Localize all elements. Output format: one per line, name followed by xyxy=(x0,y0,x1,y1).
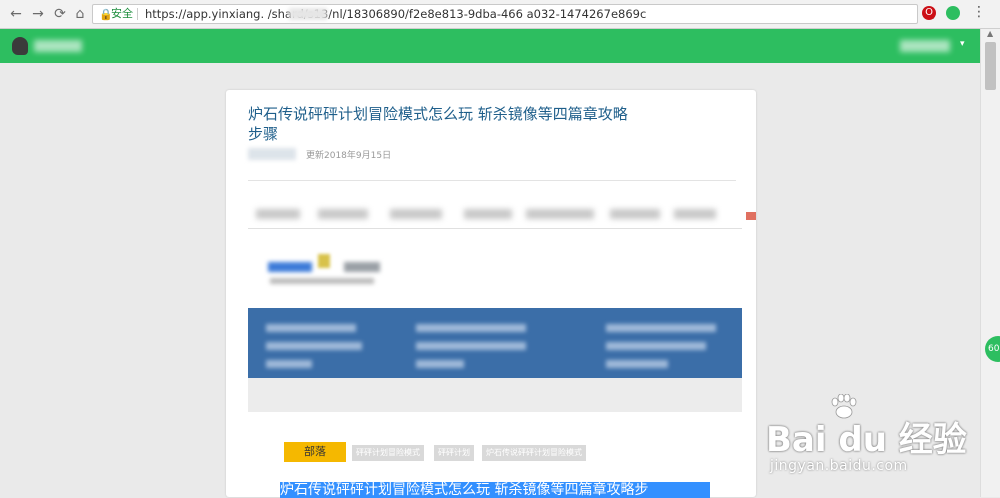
nav-divider xyxy=(248,228,742,229)
tag[interactable]: 炉石传说砰砰计划冒险模式 xyxy=(482,445,586,461)
updated-date: 更新2018年9月15日 xyxy=(306,151,392,161)
selected-article-heading[interactable]: 炉石传说砰砰计划冒险模式怎么玩 斩杀镜像等四篇章攻略步 xyxy=(280,482,710,498)
scrollbar-thumb[interactable] xyxy=(985,42,996,90)
evernote-logo-icon[interactable] xyxy=(12,37,28,55)
banner-text-redacted xyxy=(606,324,716,332)
nav-item-redacted xyxy=(390,209,442,219)
title-divider xyxy=(248,180,736,181)
banner-footer xyxy=(248,378,742,412)
forward-icon[interactable]: → xyxy=(28,4,48,24)
watermark-brand: Bai du 经验 xyxy=(766,420,967,460)
note-title: 炉石传说砰砰计划冒险模式怎么玩 斩杀镜像等四篇章攻略步骤 xyxy=(248,105,628,143)
user-name-redacted[interactable] xyxy=(900,40,950,52)
logo-part xyxy=(268,262,312,272)
chevron-down-icon[interactable]: ▾ xyxy=(960,39,965,49)
url-text[interactable]: https://app.yinxiang. /shard/s13/nl/1830… xyxy=(145,5,646,23)
watermark-url: jingyan.baidu.com xyxy=(770,458,908,474)
banner-text-redacted xyxy=(606,360,668,368)
reload-icon[interactable]: ⟳ xyxy=(50,4,70,24)
banner-text-redacted xyxy=(416,342,526,350)
tag[interactable]: 砰砰计划 xyxy=(434,445,474,461)
nav-item-redacted xyxy=(318,209,368,219)
baidu-jingyan-watermark: Bai du 经验 jingyan.baidu.com xyxy=(766,392,980,492)
tag-primary[interactable]: 部落 xyxy=(284,442,346,462)
page-scrollbar[interactable]: ▲ xyxy=(980,29,1000,497)
nav-item-redacted xyxy=(464,209,512,219)
banner-text-redacted xyxy=(266,360,312,368)
clipped-site-nav xyxy=(248,204,756,224)
banner-text-redacted xyxy=(266,324,356,332)
browser-menu-icon[interactable]: ⋮ xyxy=(972,4,986,20)
author-redacted xyxy=(248,148,296,160)
banner-text-redacted xyxy=(416,324,526,332)
banner-text-redacted xyxy=(416,360,464,368)
tag[interactable]: 砰砰计划冒险模式 xyxy=(352,445,424,461)
note-card: 炉石传说砰砰计划冒险模式怎么玩 斩杀镜像等四篇章攻略步骤 更新2018年9月15… xyxy=(226,90,756,498)
nav-item-redacted xyxy=(256,209,300,219)
address-bar[interactable]: 🔒 安全 https://app.yinxiang. /shard/s13/nl… xyxy=(92,4,937,24)
nav-item-redacted xyxy=(674,209,716,219)
evernote-extension-icon[interactable] xyxy=(946,6,960,20)
home-icon[interactable]: ⌂ xyxy=(70,4,90,24)
nav-item-redacted xyxy=(610,209,660,219)
nav-item-redacted xyxy=(526,209,594,219)
clipped-site-logo xyxy=(260,248,384,288)
scroll-up-icon[interactable]: ▲ xyxy=(987,29,993,38)
back-icon[interactable]: ← xyxy=(6,4,26,24)
url-redaction xyxy=(289,8,327,20)
app-header: ▾ xyxy=(0,29,980,63)
nav-marker xyxy=(746,212,756,220)
banner-text-redacted xyxy=(606,342,706,350)
clipped-banner xyxy=(248,308,742,378)
logo-part xyxy=(344,262,380,272)
brand-name-redacted xyxy=(34,40,82,52)
address-separator xyxy=(137,8,138,20)
logo-subtitle xyxy=(270,278,374,284)
browser-toolbar: ← → ⟳ ⌂ 🔒 安全 https://app.yinxiang. /shar… xyxy=(0,0,1000,29)
banner-text-redacted xyxy=(266,342,362,350)
security-label: 安全 xyxy=(111,7,133,20)
logo-part xyxy=(318,254,330,268)
opera-extension-icon[interactable]: O xyxy=(922,6,936,20)
